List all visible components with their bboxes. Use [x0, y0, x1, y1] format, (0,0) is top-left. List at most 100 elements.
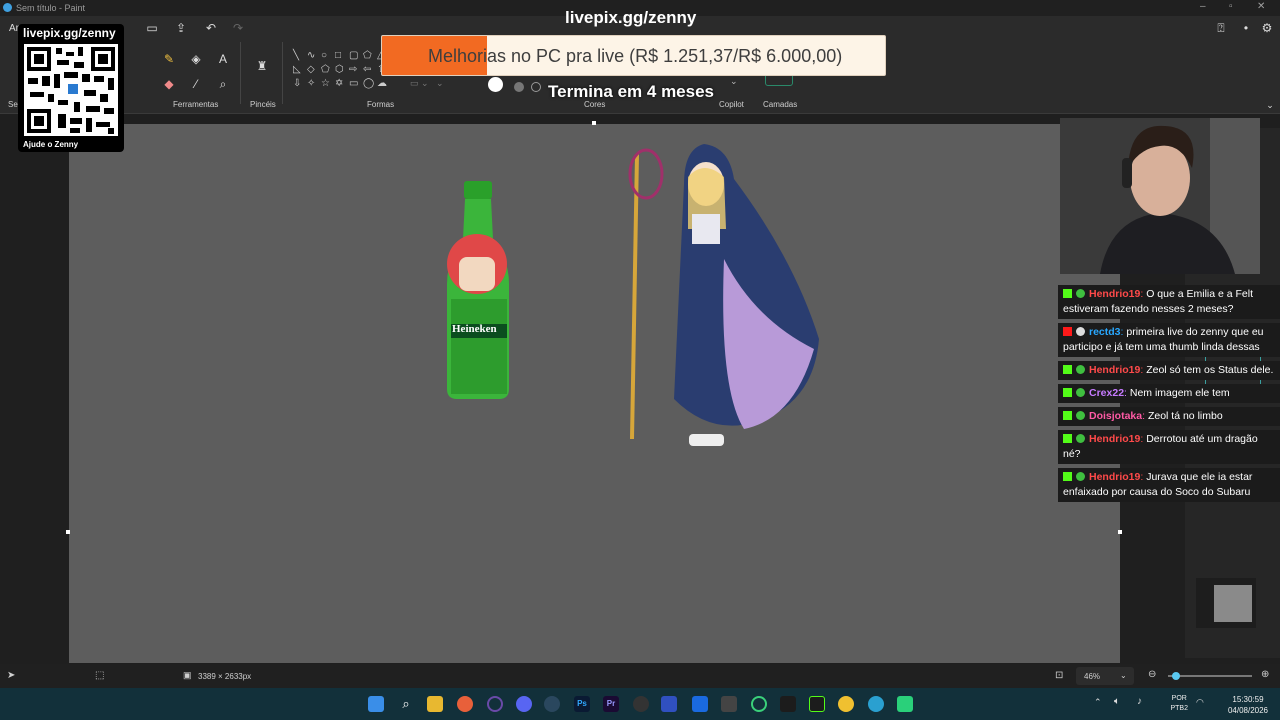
callout-oval-shape-icon[interactable]: ◯ [363, 78, 377, 89]
kick-badge-icon [1063, 289, 1072, 298]
oval-shape-icon[interactable]: ○ [321, 50, 335, 61]
arrow-left-shape-icon[interactable]: ⇦ [363, 64, 377, 75]
fill-bucket-icon[interactable]: ◈ [188, 51, 204, 67]
firefox-icon[interactable] [457, 696, 473, 712]
right-triangle-shape-icon[interactable]: ◺ [293, 64, 307, 75]
star5-shape-icon[interactable]: ☆ [321, 78, 335, 89]
zoom-slider-thumb[interactable] [1172, 672, 1180, 680]
kick-badge-icon [1063, 434, 1072, 443]
app-icon[interactable] [780, 696, 796, 712]
app-icon[interactable] [692, 696, 708, 712]
nun-character-image [628, 144, 819, 446]
qr-code-image [24, 44, 118, 136]
wifi-icon[interactable]: ◠ [1196, 697, 1204, 708]
photoshop-icon[interactable]: Ps [574, 696, 590, 712]
resize-handle-right[interactable] [1118, 530, 1122, 534]
diamond-shape-icon[interactable]: ◇ [307, 64, 321, 75]
app-icon[interactable] [721, 696, 737, 712]
hexagon-shape-icon[interactable]: ⬡ [335, 64, 349, 75]
resize-handle-top[interactable] [592, 121, 596, 125]
arrow-right-shape-icon[interactable]: ⇨ [349, 64, 363, 75]
shape-fill-dropdown[interactable]: ▭ ⌄ ⌄ [410, 78, 460, 92]
save-icon[interactable]: ▭ [144, 20, 160, 36]
rectangle-shape-icon[interactable]: □ [335, 50, 349, 61]
chat-username: Crex22 [1089, 387, 1125, 399]
line-shape-icon[interactable]: ╲ [293, 50, 307, 61]
kick-badge-icon [1063, 388, 1072, 397]
polygon-shape-icon[interactable]: ⬠ [363, 50, 377, 61]
divider [282, 42, 283, 104]
maximize-button[interactable]: ▫ [1229, 1, 1233, 12]
subscriber-badge-icon [1076, 289, 1085, 298]
brush-icon[interactable]: ♜ [254, 58, 270, 74]
eraser-icon[interactable]: ◆ [161, 76, 177, 92]
chat-message: Doisjotaka: Zeol tá no limbo [1058, 407, 1280, 426]
chat-username: Hendrio19 [1089, 433, 1141, 445]
app-icon[interactable] [751, 696, 767, 712]
callout-rect-shape-icon[interactable]: ▭ [349, 78, 363, 89]
resize-handle-left[interactable] [66, 530, 70, 534]
divider [240, 42, 241, 104]
microphone-icon[interactable]: ♪ [1137, 696, 1142, 707]
fit-to-window-icon[interactable]: ⊡ [1055, 670, 1063, 681]
color-picker-icon[interactable]: ⁄ [188, 76, 204, 92]
notification-icon[interactable]: ⍰ [1213, 20, 1229, 36]
drawing-canvas[interactable]: Heineken [66, 121, 1122, 663]
file-explorer-icon[interactable] [427, 696, 443, 712]
kick-app-icon[interactable] [809, 696, 825, 712]
primary-color-swatch[interactable] [488, 77, 503, 92]
subscriber-badge-icon [1076, 388, 1085, 397]
donation-qr-panel: livepix.gg/zenny Ajude o Zenny [18, 24, 124, 152]
app-icon[interactable] [487, 696, 503, 712]
heineken-bottle-image [447, 181, 509, 399]
steam-icon[interactable] [544, 696, 560, 712]
redo-icon[interactable]: ↷ [230, 20, 246, 36]
color-slot[interactable] [531, 82, 541, 92]
chat-message: Hendrio19: O que a Emilia e a Felt estiv… [1058, 285, 1280, 319]
magnifier-icon[interactable]: ⌕ [215, 76, 231, 92]
close-button[interactable]: ✕ [1257, 1, 1265, 12]
clock[interactable]: 15:30:59 04/08/2026 [1228, 694, 1268, 716]
star6-shape-icon[interactable]: ✡ [335, 78, 349, 89]
subscriber-badge-icon [1076, 434, 1085, 443]
input-language[interactable]: POR PTB2 [1170, 694, 1188, 714]
zoom-slider-track[interactable] [1168, 675, 1252, 677]
search-icon[interactable]: ⌕ [398, 696, 414, 712]
share-icon[interactable]: ⇪ [173, 20, 189, 36]
chat-message: Crex22: Nem imagem ele tem [1058, 384, 1280, 403]
youtube-badge-icon [1063, 327, 1072, 336]
chrome-icon[interactable] [838, 696, 854, 712]
clock-date: 04/08/2026 [1227, 706, 1268, 715]
volume-icon[interactable]: 🔈︎ [1114, 696, 1120, 707]
shapes-gallery[interactable]: ╲ ∿ ○ □ ▢ ⬠ △ ◺ ◇ ⬠ ⬡ ⇨ ⇦ ⇧ ⇩ ✧ ☆ ✡ ▭ ◯ … [293, 50, 393, 89]
app-icon[interactable] [661, 696, 677, 712]
chat-text: Nem imagem ele tem [1129, 387, 1230, 399]
settings-icon[interactable]: ⚙ [1259, 20, 1275, 36]
tray-chevron-icon[interactable]: ⌃ [1094, 697, 1102, 708]
undo-icon[interactable]: ↶ [203, 20, 219, 36]
edge-icon[interactable] [868, 696, 884, 712]
arrow-down-shape-icon[interactable]: ⇩ [293, 78, 307, 89]
zoom-out-icon[interactable]: ⊖ [1148, 669, 1156, 680]
zoom-in-icon[interactable]: ⊕ [1261, 669, 1269, 680]
cloud-shape-icon[interactable]: ☁ [377, 78, 391, 89]
obs-icon[interactable] [633, 696, 649, 712]
rounded-rect-shape-icon[interactable]: ▢ [349, 50, 363, 61]
curve-shape-icon[interactable]: ∿ [307, 50, 321, 61]
chevron-down-icon[interactable]: ⌄ [1120, 671, 1127, 680]
app-icon[interactable] [897, 696, 913, 712]
secondary-color-swatch[interactable] [514, 82, 524, 92]
minimize-button[interactable]: – [1200, 1, 1206, 12]
chat-message: Hendrio19: Zeol só tem os Status dele. [1058, 361, 1280, 380]
pentagon-shape-icon[interactable]: ⬠ [321, 64, 335, 75]
account-icon[interactable]: • [1238, 20, 1254, 36]
discord-icon[interactable] [516, 696, 532, 712]
start-menu-icon[interactable] [368, 696, 384, 712]
collapse-ribbon-icon[interactable]: ⌄ [1262, 97, 1278, 113]
copilot-dropdown-icon[interactable]: ⌄ [730, 76, 738, 87]
premiere-icon[interactable]: Pr [603, 696, 619, 712]
pencil-icon[interactable]: ✎ [161, 51, 177, 67]
chat-username: Hendrio19 [1089, 288, 1141, 300]
star4-shape-icon[interactable]: ✧ [307, 78, 321, 89]
text-tool-icon[interactable]: A [215, 51, 231, 67]
